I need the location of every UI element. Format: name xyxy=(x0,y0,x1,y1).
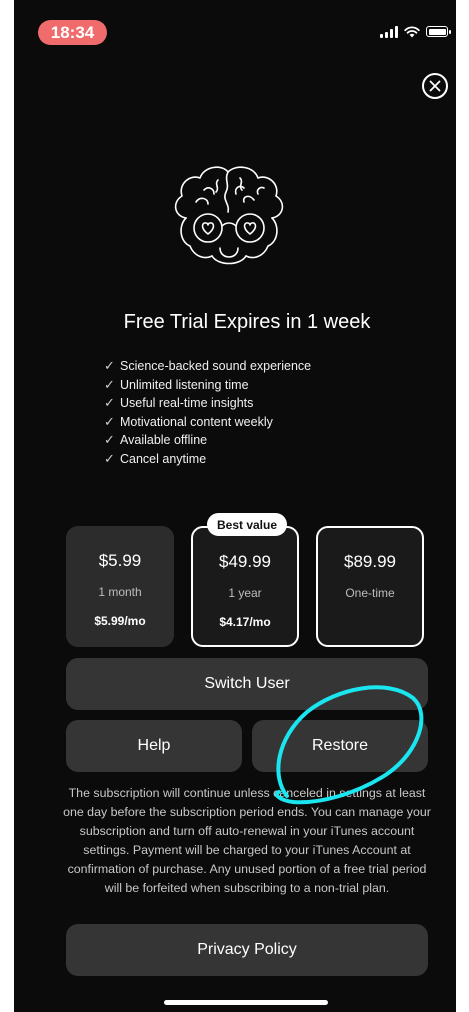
plan-price: $49.99 xyxy=(219,552,271,571)
plan-period: One-time xyxy=(345,586,395,600)
check-icon: ✓ xyxy=(104,376,115,392)
check-icon: ✓ xyxy=(104,432,115,448)
plan-card-monthly[interactable]: $5.99 1 month $5.99/mo xyxy=(66,526,174,647)
status-time: 18:34 xyxy=(38,20,107,45)
feature-item: ✓ Useful real-time insights xyxy=(104,394,311,413)
feature-item: ✓ Motivational content weekly xyxy=(104,413,311,432)
feature-item: ✓ Cancel anytime xyxy=(104,450,311,469)
feature-item: ✓ Science-backed sound experience xyxy=(104,357,311,376)
plan-period: 1 month xyxy=(98,585,142,599)
wifi-icon xyxy=(404,25,420,37)
plan-card-yearly[interactable]: $49.99 1 year $4.17/mo xyxy=(191,526,299,647)
feature-label: Useful real-time insights xyxy=(120,396,254,411)
check-icon: ✓ xyxy=(104,413,115,429)
paywall-screen: 18:34 Free Trial Expires in 1 week ✓ Sci… xyxy=(14,0,456,1012)
close-icon xyxy=(429,80,441,92)
close-button[interactable] xyxy=(422,73,448,99)
feature-label: Motivational content weekly xyxy=(120,414,273,429)
page-title: Free Trial Expires in 1 week xyxy=(123,311,371,333)
home-indicator[interactable] xyxy=(164,1000,328,1005)
plan-per-month: $4.17/mo xyxy=(219,615,271,629)
feature-list: ✓ Science-backed sound experience ✓ Unlimi… xyxy=(104,357,311,469)
check-icon: ✓ xyxy=(104,358,115,373)
switch-user-button[interactable]: Switch User xyxy=(66,658,428,710)
brain-with-heart-glasses-icon xyxy=(174,166,284,265)
battery-icon xyxy=(426,26,451,37)
check-icon: ✓ xyxy=(104,450,115,466)
best-value-badge: Best value xyxy=(207,513,287,536)
plan-card-lifetime[interactable]: $89.99 One-time xyxy=(316,526,424,647)
help-button[interactable]: Help xyxy=(66,720,242,772)
status-icons xyxy=(380,25,451,38)
plan-period: 1 year xyxy=(228,586,262,600)
subscription-legal-text: The subscription will continue unless ca… xyxy=(63,786,431,895)
feature-label: Available offline xyxy=(120,433,208,448)
cellular-signal-icon xyxy=(380,25,398,38)
check-icon: ✓ xyxy=(104,395,115,411)
feature-label: Science-backed sound experience xyxy=(120,359,312,373)
privacy-policy-button[interactable]: Privacy Policy xyxy=(66,924,428,976)
feature-item: ✓ Unlimited listening time xyxy=(104,376,311,395)
plan-price: $89.99 xyxy=(344,552,396,571)
feature-item: ✓ Available offline xyxy=(104,431,311,450)
plan-price: $5.99 xyxy=(98,551,142,570)
feature-label: Cancel anytime xyxy=(120,451,207,466)
plan-per-month: $5.99/mo xyxy=(94,614,146,628)
feature-label: Unlimited listening time xyxy=(120,377,249,392)
restore-button[interactable]: Restore xyxy=(252,720,428,772)
